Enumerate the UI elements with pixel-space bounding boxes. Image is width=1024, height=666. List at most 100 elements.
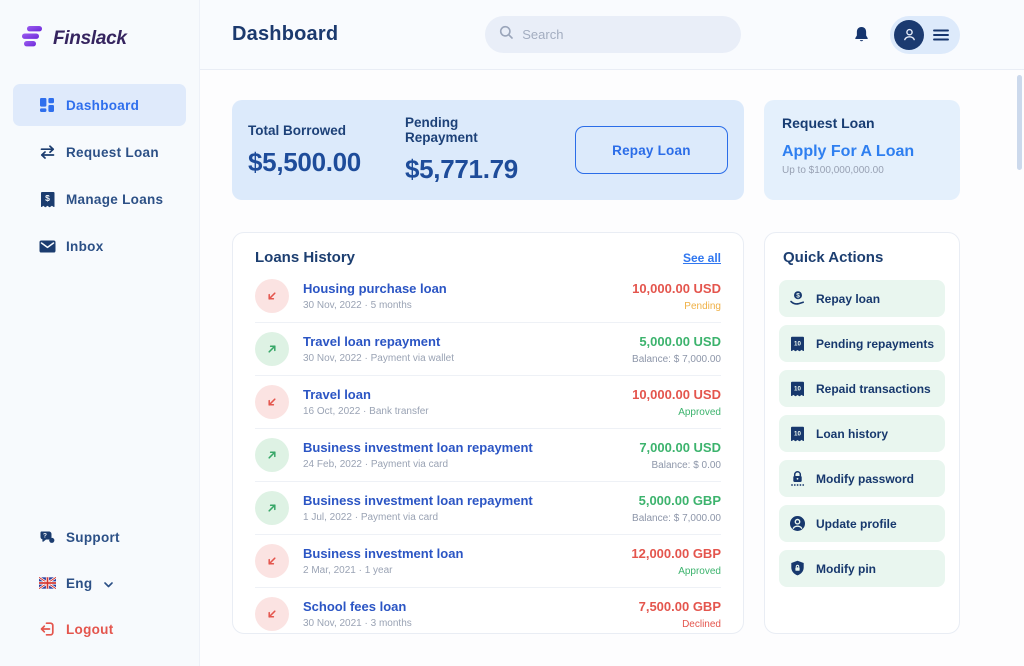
sidebar-item-label: Dashboard bbox=[66, 98, 139, 113]
loan-amount: 5,000.00 GBP bbox=[632, 493, 721, 508]
search-bar[interactable] bbox=[485, 16, 741, 53]
svg-text:?: ? bbox=[43, 532, 47, 539]
loan-meta: 24 Feb, 2022 · Payment via card bbox=[303, 459, 625, 470]
arrow-up-right-icon bbox=[255, 438, 289, 472]
language-label: Eng bbox=[66, 576, 92, 591]
sidebar-footer: ? Support Eng bbox=[0, 516, 199, 666]
svg-text:10: 10 bbox=[794, 340, 801, 347]
quick-action-modify-pin[interactable]: Modify pin bbox=[779, 550, 945, 587]
search-input[interactable] bbox=[522, 27, 727, 42]
notifications-bell-icon[interactable] bbox=[853, 25, 870, 44]
uk-flag-icon bbox=[38, 574, 56, 592]
arrow-down-left-icon bbox=[255, 544, 289, 578]
quick-action-label: Pending repayments bbox=[816, 337, 934, 351]
loan-meta: 1 Jul, 2022 · Payment via card bbox=[303, 512, 618, 523]
quick-action-update-profile[interactable]: Update profile bbox=[779, 505, 945, 542]
app-root: Finslack Dashboard Request Loan $ Manage… bbox=[0, 0, 1024, 666]
loan-status: Approved bbox=[631, 566, 721, 577]
repay-loan-button[interactable]: Repay Loan bbox=[575, 126, 728, 174]
sidebar-item-label: Support bbox=[66, 530, 120, 545]
sidebar-item-label: Inbox bbox=[66, 239, 104, 254]
profile-menu[interactable] bbox=[890, 16, 960, 54]
svg-text:$: $ bbox=[796, 293, 800, 300]
loan-status: Balance: $ 0.00 bbox=[639, 460, 721, 471]
loan-row[interactable]: Business investment loan repayment 24 Fe… bbox=[255, 429, 721, 482]
quick-actions-list: $ Repay loan 10 Pending repayments 10 Re… bbox=[779, 280, 945, 587]
loan-row[interactable]: Travel loan repayment 30 Nov, 2022 · Pay… bbox=[255, 323, 721, 376]
see-all-link[interactable]: See all bbox=[683, 251, 721, 265]
lock-dots-icon bbox=[789, 470, 806, 487]
arrow-down-left-icon bbox=[255, 597, 289, 631]
transfer-arrows-icon bbox=[38, 143, 56, 161]
loan-row[interactable]: Travel loan 16 Oct, 2022 · Bank transfer… bbox=[255, 376, 721, 429]
loan-status: Declined bbox=[639, 619, 721, 630]
loans-history-card: Loans History See all Housing purchase l… bbox=[232, 232, 744, 634]
brand-logo[interactable]: Finslack bbox=[0, 0, 199, 54]
loans-history-title: Loans History bbox=[255, 249, 355, 266]
loan-title: Business investment loan repayment bbox=[303, 493, 618, 508]
logout-label: Logout bbox=[66, 622, 114, 637]
hamburger-menu-icon bbox=[933, 29, 949, 41]
apply-for-loan-link[interactable]: Apply For A Loan bbox=[782, 143, 942, 161]
quick-action-label: Modify password bbox=[816, 472, 914, 486]
avatar bbox=[894, 20, 924, 50]
loan-meta: 30 Nov, 2021 · 3 months bbox=[303, 618, 625, 629]
request-loan-title: Request Loan bbox=[782, 115, 942, 131]
loan-title: Housing purchase loan bbox=[303, 281, 618, 296]
loan-amount: 10,000.00 USD bbox=[632, 281, 721, 296]
vertical-scrollbar[interactable] bbox=[1017, 75, 1022, 170]
invoice-number-icon: 10 bbox=[789, 380, 806, 397]
sidebar-item-dashboard[interactable]: Dashboard bbox=[13, 84, 186, 126]
quick-actions-card: Quick Actions $ Repay loan 10 Pending re… bbox=[764, 232, 960, 634]
loan-title: Business investment loan repayment bbox=[303, 440, 625, 455]
loan-meta: 2 Mar, 2021 · 1 year bbox=[303, 565, 617, 576]
quick-action-loan-history[interactable]: 10 Loan history bbox=[779, 415, 945, 452]
loan-row[interactable]: Housing purchase loan 30 Nov, 2022 · 5 m… bbox=[255, 270, 721, 323]
request-loan-card: Request Loan Apply For A Loan Up to $100… bbox=[764, 100, 960, 200]
support-chat-icon: ? bbox=[38, 528, 56, 546]
loan-title: School fees loan bbox=[303, 599, 625, 614]
arrow-up-right-icon bbox=[255, 332, 289, 366]
money-hand-icon: $ bbox=[789, 290, 806, 307]
sidebar: Finslack Dashboard Request Loan $ Manage… bbox=[0, 0, 200, 666]
loan-status: Balance: $ 7,000.00 bbox=[632, 354, 721, 365]
loan-status: Balance: $ 7,000.00 bbox=[632, 513, 721, 524]
loan-status: Approved bbox=[632, 407, 721, 418]
loan-status: Pending bbox=[632, 301, 721, 312]
loan-amount: 12,000.00 GBP bbox=[631, 546, 721, 561]
mail-envelope-icon bbox=[38, 237, 56, 255]
finslack-logo-icon bbox=[20, 24, 45, 54]
content-left-column: Total Borrowed $5,500.00 Pending Repayme… bbox=[232, 100, 744, 634]
quick-action-label: Repaid transactions bbox=[816, 382, 931, 396]
shield-lock-icon bbox=[789, 560, 806, 577]
svg-text:10: 10 bbox=[794, 385, 801, 392]
logout-button[interactable]: Logout bbox=[13, 608, 186, 650]
topbar-right bbox=[853, 16, 960, 54]
total-borrowed-value: $5,500.00 bbox=[248, 147, 361, 178]
sidebar-item-request-loan[interactable]: Request Loan bbox=[13, 131, 186, 173]
brand-name: Finslack bbox=[53, 28, 127, 50]
quick-action-label: Loan history bbox=[816, 427, 888, 441]
loan-meta: 16 Oct, 2022 · Bank transfer bbox=[303, 406, 618, 417]
invoice-number-icon: 10 bbox=[789, 335, 806, 352]
loan-row[interactable]: School fees loan 30 Nov, 2021 · 3 months… bbox=[255, 588, 721, 634]
sidebar-item-support[interactable]: ? Support bbox=[13, 516, 186, 558]
loan-amount: 7,000.00 USD bbox=[639, 440, 721, 455]
quick-action-repaid-transactions[interactable]: 10 Repaid transactions bbox=[779, 370, 945, 407]
arrow-up-right-icon bbox=[255, 491, 289, 525]
loan-amount: 10,000.00 USD bbox=[632, 387, 721, 402]
loan-row[interactable]: Business investment loan 2 Mar, 2021 · 1… bbox=[255, 535, 721, 588]
total-borrowed-label: Total Borrowed bbox=[248, 123, 361, 138]
arrow-down-left-icon bbox=[255, 279, 289, 313]
quick-action-repay-loan[interactable]: $ Repay loan bbox=[779, 280, 945, 317]
quick-actions-title: Quick Actions bbox=[779, 249, 945, 266]
language-selector[interactable]: Eng bbox=[13, 562, 186, 604]
loan-amount: 7,500.00 GBP bbox=[639, 599, 721, 614]
loan-row[interactable]: Business investment loan repayment 1 Jul… bbox=[255, 482, 721, 535]
sidebar-item-manage-loans[interactable]: $ Manage Loans bbox=[13, 178, 186, 220]
quick-action-modify-password[interactable]: Modify password bbox=[779, 460, 945, 497]
quick-action-pending-repayments[interactable]: 10 Pending repayments bbox=[779, 325, 945, 362]
sidebar-item-label: Manage Loans bbox=[66, 192, 163, 207]
quick-action-label: Repay loan bbox=[816, 292, 880, 306]
sidebar-item-inbox[interactable]: Inbox bbox=[13, 225, 186, 267]
